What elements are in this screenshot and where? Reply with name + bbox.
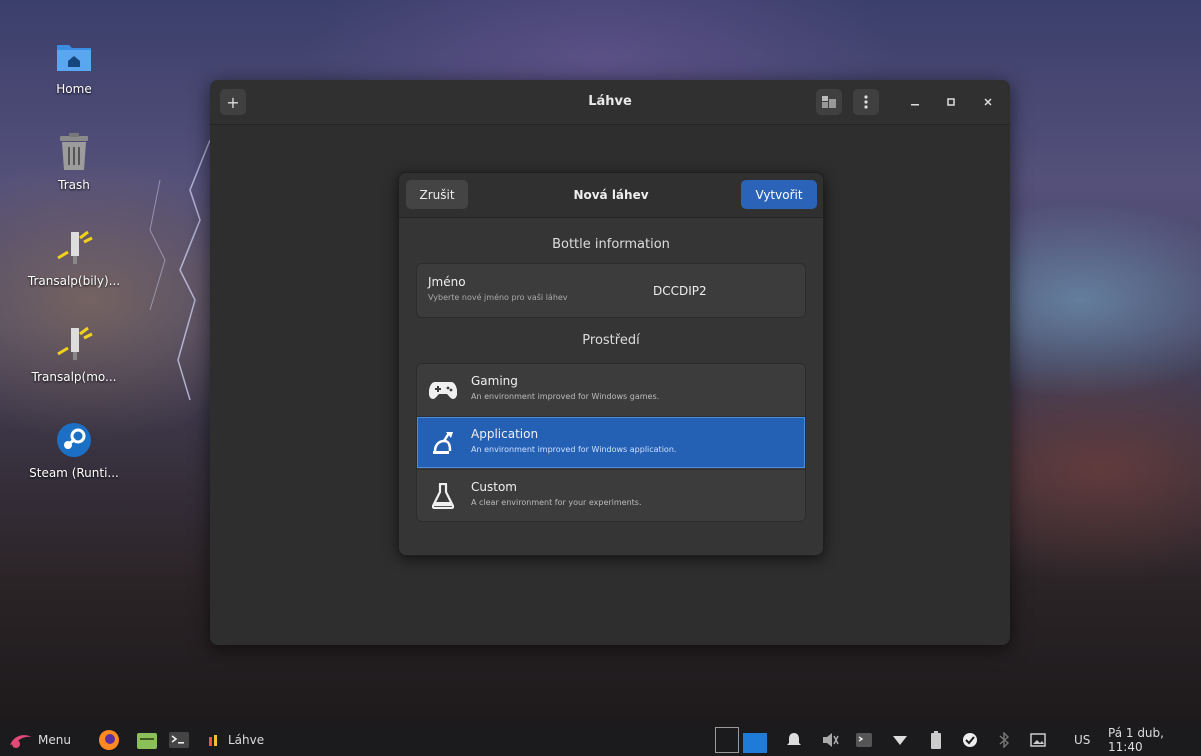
distro-logo-icon: [10, 735, 32, 748]
home-folder-icon: [52, 34, 96, 78]
menu-label: Menu: [38, 733, 71, 747]
environment-description: A clear environment for your experiments…: [471, 498, 642, 507]
name-input[interactable]: DCCDIP2: [653, 284, 707, 298]
desktop-icon-transalp-bily[interactable]: Transalp(bily)...: [26, 226, 122, 288]
workspace-2-indicator: [743, 733, 767, 753]
menu-button[interactable]: Menu: [8, 724, 71, 756]
minimize-button[interactable]: [905, 92, 925, 112]
name-field-row[interactable]: Jméno Vyberte nové jméno pro vaši láhev …: [416, 263, 806, 318]
battery-icon[interactable]: [926, 730, 946, 750]
environment-description: An environment improved for Windows appl…: [471, 445, 677, 454]
environment-name: Custom: [471, 480, 517, 494]
desktop-icon-transalp-mo[interactable]: Transalp(mo...: [26, 322, 122, 384]
desktop-icon-trash[interactable]: Trash: [26, 130, 122, 192]
taskbar-task-bottles[interactable]: Láhve: [206, 724, 264, 756]
environment-option-gaming[interactable]: Gaming An environment improved for Windo…: [417, 364, 805, 415]
clock[interactable]: Pá 1 dub, 11:40: [1108, 724, 1201, 756]
workspace-1[interactable]: [714, 726, 740, 754]
file-manager-icon: [137, 733, 157, 749]
library-icon: [822, 96, 836, 108]
environment-description: An environment improved for Windows game…: [471, 392, 660, 401]
terminal-icon: [169, 732, 189, 748]
screenshot-icon[interactable]: [1028, 730, 1048, 750]
flask-icon: [429, 482, 457, 510]
kebab-menu-icon: [864, 95, 868, 109]
dialog-header: Zrušit Nová láhev Vytvořit: [399, 173, 823, 218]
maximize-button[interactable]: [941, 92, 961, 112]
terminal-tray-icon[interactable]: [854, 730, 874, 750]
new-bottle-dialog: Zrušit Nová láhev Vytvořit Bottle inform…: [398, 172, 824, 556]
desk-lamp-icon: [429, 429, 457, 457]
window-title: Láhve: [588, 94, 632, 109]
network-icon[interactable]: [890, 730, 910, 750]
gamepad-icon: [429, 376, 457, 404]
file-manager-launcher[interactable]: [136, 724, 158, 756]
environment-name: Gaming: [471, 374, 518, 388]
desktop-icon-label: Transalp(bily)...: [27, 274, 121, 288]
section-title-environment: Prostředí: [582, 333, 640, 348]
environment-option-custom[interactable]: Custom A clear environment for your expe…: [417, 470, 805, 521]
desktop-icon-label: Home: [56, 82, 92, 96]
transalp-icon: [52, 322, 96, 366]
taskbar: Menu Láhve US Pá 1 dub, 11:40: [0, 724, 1201, 756]
environment-option-application[interactable]: Application An environment improved for …: [417, 417, 805, 468]
bluetooth-icon[interactable]: [994, 730, 1014, 750]
bottles-app-icon: [209, 735, 217, 746]
transalp-icon: [52, 226, 96, 270]
notifications-icon[interactable]: [784, 730, 804, 750]
close-button[interactable]: [978, 92, 998, 112]
terminal-launcher[interactable]: [168, 724, 190, 756]
desktop-icon-label: Transalp(mo...: [31, 370, 117, 384]
firefox-icon: [99, 730, 119, 750]
environment-name: Application: [471, 427, 539, 441]
environment-list: Gaming An environment improved for Windo…: [416, 363, 806, 522]
volume-muted-icon[interactable]: [820, 730, 840, 750]
section-title-bottle-information: Bottle information: [552, 237, 670, 252]
desktop-icon-steam[interactable]: Steam (Runti...: [26, 418, 122, 480]
library-button[interactable]: [816, 89, 842, 115]
name-field-subtitle: Vyberte nové jméno pro vaši láhev: [428, 293, 568, 302]
close-icon: [984, 98, 992, 106]
keyboard-layout-indicator[interactable]: US: [1074, 724, 1090, 756]
workspace-1-indicator: [715, 727, 739, 753]
window-titlebar[interactable]: + Láhve: [210, 80, 1010, 125]
task-label: Láhve: [228, 733, 265, 747]
trash-icon: [52, 130, 96, 174]
maximize-icon: [947, 98, 955, 106]
desktop-icon-home[interactable]: Home: [26, 34, 122, 96]
update-check-icon[interactable]: [960, 730, 980, 750]
create-button[interactable]: Vytvořit: [741, 180, 817, 209]
desktop-icon-label: Trash: [58, 178, 90, 192]
desktop-icon-label: Steam (Runti...: [29, 466, 119, 480]
firefox-launcher[interactable]: [98, 724, 120, 756]
steam-icon: [52, 418, 96, 462]
workspace-2[interactable]: [742, 732, 768, 754]
minimize-icon: [911, 104, 919, 106]
main-menu-button[interactable]: [853, 89, 879, 115]
name-field-label: Jméno: [428, 275, 466, 289]
